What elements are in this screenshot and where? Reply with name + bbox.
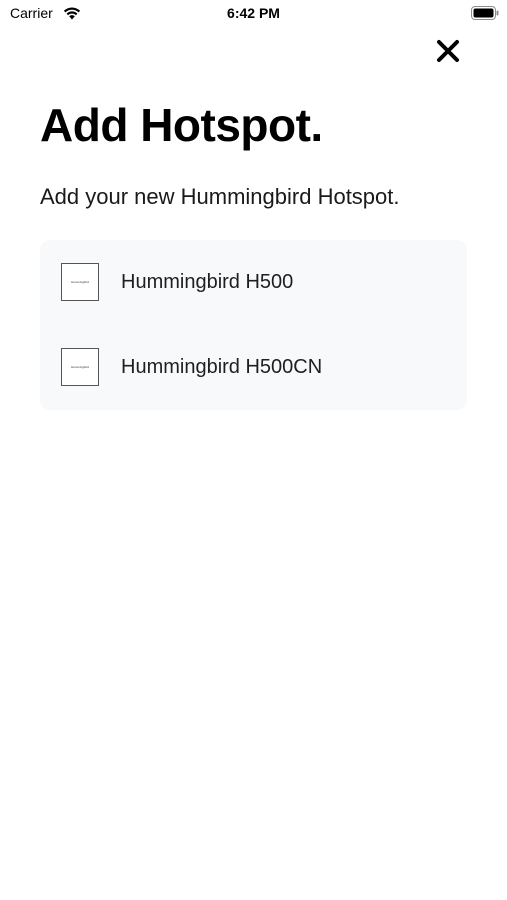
hotspot-item-h500cn[interactable]: Hummingbird Hummingbird H500CN: [40, 325, 467, 410]
hotspot-thumbnail: Hummingbird: [61, 348, 99, 386]
hotspot-label: Hummingbird H500: [121, 271, 294, 293]
close-button[interactable]: [433, 36, 463, 66]
hotspot-label: Hummingbird H500CN: [121, 356, 323, 378]
hummingbird-logo-text: Hummingbird: [71, 365, 89, 369]
hotspot-thumbnail: Hummingbird: [61, 263, 99, 301]
status-bar: Carrier 6:42 PM: [0, 0, 507, 28]
hotspot-item-h500[interactable]: Hummingbird Hummingbird H500: [40, 240, 467, 325]
hummingbird-logo-text: Hummingbird: [71, 280, 89, 284]
battery-icon: [471, 6, 499, 20]
status-time: 6:42 PM: [227, 5, 280, 21]
add-hotspot-screen: Carrier 6:42 PM Add Hotspot. Add your ne…: [0, 0, 507, 900]
page-subtitle: Add your new Hummingbird Hotspot.: [40, 184, 400, 209]
page-title: Add Hotspot.: [40, 99, 323, 151]
hotspot-list: Hummingbird Hummingbird H500 Hummingbird…: [40, 240, 467, 410]
close-icon: [437, 40, 459, 62]
